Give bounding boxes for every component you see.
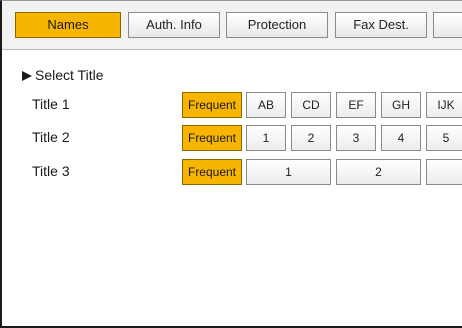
title-1-key-ijk[interactable]: IJK [426, 92, 462, 118]
tab-names[interactable]: Names [15, 12, 121, 38]
tab-more[interactable] [433, 12, 462, 38]
title-3-key-more[interactable] [426, 159, 462, 185]
title-2-key-3[interactable]: 3 [336, 125, 376, 151]
select-title-heading: Select Title [22, 67, 103, 83]
tab-protection[interactable]: Protection [226, 12, 328, 38]
title-1-frequent-key[interactable]: Frequent [182, 92, 242, 118]
title-2-frequent-key[interactable]: Frequent [182, 125, 242, 151]
title-2-key-2[interactable]: 2 [291, 125, 331, 151]
title-2-key-5[interactable]: 5 [426, 125, 462, 151]
tab-auth-info[interactable]: Auth. Info [128, 12, 220, 38]
tab-bar: Names Auth. Info Protection Fax Dest. [2, 1, 462, 50]
title-3-key-2[interactable]: 2 [336, 159, 421, 185]
title-3-frequent-key[interactable]: Frequent [182, 159, 242, 185]
tab-fax-dest[interactable]: Fax Dest. [335, 12, 427, 38]
title-1-key-cd[interactable]: CD [291, 92, 331, 118]
title-1-key-ab[interactable]: AB [246, 92, 286, 118]
select-title-label: Select Title [35, 67, 104, 83]
title-1-label: Title 1 [32, 96, 70, 112]
title-1-key-gh[interactable]: GH [381, 92, 421, 118]
title-3-key-1[interactable]: 1 [246, 159, 331, 185]
title-2-key-4[interactable]: 4 [381, 125, 421, 151]
title-3-label: Title 3 [32, 163, 70, 179]
title-1-key-ef[interactable]: EF [336, 92, 376, 118]
title-2-label: Title 2 [32, 129, 70, 145]
triangle-icon [22, 71, 32, 81]
dialog-frame: Names Auth. Info Protection Fax Dest. Se… [0, 0, 462, 328]
title-2-key-1[interactable]: 1 [246, 125, 286, 151]
